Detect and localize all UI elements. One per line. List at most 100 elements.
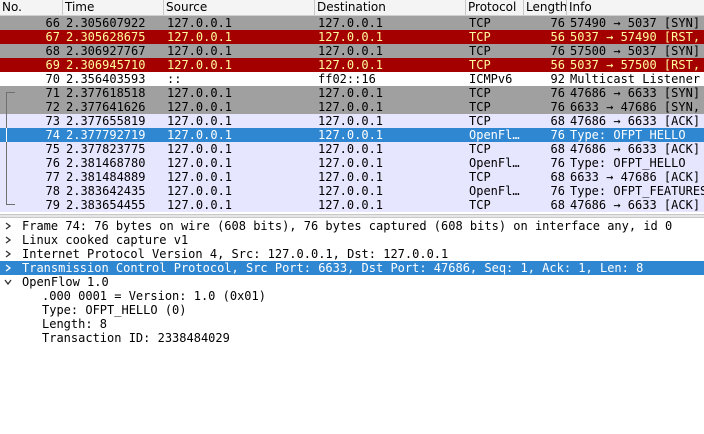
openflow-field-item[interactable]: Type: OFPT_HELLO (0) [0, 303, 704, 317]
packet-row[interactable]: 71 2.377618518 127.0.0.1 127.0.0.1 TCP 76 4768… [0, 86, 704, 101]
openflow-field-label: .000 0001 = Version: 1.0 (0x01) [42, 289, 266, 303]
packet-destination: 127.0.0.1 [318, 170, 384, 184]
packet-destination: 127.0.0.1 [318, 44, 384, 58]
packet-protocol: TCP [469, 114, 491, 128]
packet-destination: 127.0.0.1 [318, 16, 384, 30]
packet-row[interactable]: 74 2.377792719 127.0.0.1 127.0.0.1 OpenFl… 76… [0, 128, 704, 142]
packet-protocol: TCP [469, 16, 491, 30]
packet-no: 79 [45, 198, 60, 212]
detail-tree-label: Linux cooked capture v1 [22, 233, 189, 247]
packet-row[interactable]: 66 2.305607922 127.0.0.1 127.0.0.1 TCP 76 5749… [0, 16, 704, 30]
packet-time: 2.377641626 [66, 100, 146, 114]
packet-time: 2.305628675 [66, 30, 146, 44]
openflow-field-item[interactable]: Transaction ID: 2338484029 [0, 331, 704, 345]
packet-protocol: OpenFl… [469, 184, 520, 198]
packet-row[interactable]: 73 2.377655819 127.0.0.1 127.0.0.1 TCP 68 4768… [0, 114, 704, 128]
detail-tree-item[interactable]: Linux cooked capture v1 [0, 233, 704, 247]
packet-source: 127.0.0.1 [167, 198, 233, 212]
packet-protocol: TCP [469, 86, 491, 100]
packet-info: 6633 → 47686 [ACK] [570, 170, 701, 184]
packet-destination: 127.0.0.1 [318, 100, 384, 114]
packet-length: 76 [550, 100, 565, 114]
packet-protocol: TCP [469, 30, 491, 44]
pane-splitter[interactable] [0, 214, 704, 218]
packet-source: 127.0.0.1 [167, 44, 233, 58]
packet-no: 71 [45, 86, 60, 100]
packet-destination: 127.0.0.1 [318, 142, 384, 156]
packet-row[interactable]: 75 2.377823775 127.0.0.1 127.0.0.1 TCP 68 4768… [0, 142, 704, 156]
packet-destination: 127.0.0.1 [318, 184, 384, 198]
packet-source: 127.0.0.1 [167, 184, 233, 198]
detail-tree-item[interactable]: OpenFlow 1.0 [0, 275, 704, 289]
packet-no: 76 [45, 156, 60, 170]
packet-row[interactable]: 70 2.356403593:: ff02::16 ICMPv6 92 Multicast… [0, 72, 704, 86]
packet-destination: 127.0.0.1 [318, 156, 384, 170]
packet-source: 127.0.0.1 [167, 16, 233, 30]
packet-no: 78 [45, 184, 60, 198]
packet-destination: 127.0.0.1 [318, 86, 384, 100]
packet-info: Multicast Listener [570, 72, 701, 86]
packet-no: 68 [45, 44, 60, 58]
packet-source: 127.0.0.1 [167, 170, 233, 184]
detail-tree-label: Frame 74: 76 bytes on wire (608 bits), 7… [22, 219, 673, 233]
packet-time: 2.381468780 [66, 156, 146, 170]
detail-tree-label: Transmission Control Protocol, Src Port:… [22, 261, 644, 275]
column-header-time[interactable]: Time [63, 0, 164, 15]
packet-list: 66 2.305607922 127.0.0.1 127.0.0.1 TCP 76 5749… [0, 16, 704, 214]
packet-length: 56 [550, 58, 565, 72]
packet-protocol: TCP [469, 142, 491, 156]
packet-info: 47686 → 6633 [ACK] [570, 142, 701, 156]
packet-time: 2.305607922 [66, 16, 146, 30]
packet-time: 2.381484889 [66, 170, 146, 184]
packet-info: 6633 → 47686 [SYN, [570, 100, 701, 114]
packet-length: 76 [550, 86, 565, 100]
openflow-field-item[interactable]: .000 0001 = Version: 1.0 (0x01) [0, 289, 704, 303]
packet-source: 127.0.0.1 [167, 128, 233, 142]
packet-time: 2.306927767 [66, 44, 146, 58]
packet-source: 127.0.0.1 [167, 100, 233, 114]
detail-tree-item[interactable]: Internet Protocol Version 4, Src: 127.0.… [0, 247, 704, 261]
packet-length: 76 [550, 128, 565, 142]
packet-row[interactable]: 72 2.377641626 127.0.0.1 127.0.0.1 TCP 76 6633… [0, 100, 704, 114]
packet-info: Type: OFPT_HELLO [570, 156, 686, 170]
packet-no: 69 [45, 58, 60, 72]
packet-no: 77 [45, 170, 60, 184]
column-header-length[interactable]: Length [524, 0, 567, 15]
packet-length: 76 [550, 44, 565, 58]
packet-info: 5037 → 57500 [RST, [570, 58, 701, 72]
openflow-field-item[interactable]: Length: 8 [0, 317, 704, 331]
column-header-no[interactable]: No. [0, 0, 63, 15]
packet-row[interactable]: 79 2.383654455 127.0.0.1 127.0.0.1 TCP 68 4768… [0, 198, 704, 212]
packet-row[interactable]: 68 2.306927767 127.0.0.1 127.0.0.1 TCP 76 5750… [0, 44, 704, 58]
column-header-destination[interactable]: Destination [315, 0, 466, 15]
packet-source: 127.0.0.1 [167, 114, 233, 128]
packet-length: 76 [550, 16, 565, 30]
packet-row[interactable]: 76 2.381468780 127.0.0.1 127.0.0.1 OpenFl… 76… [0, 156, 704, 170]
packet-destination: 127.0.0.1 [318, 114, 384, 128]
packet-protocol: ICMPv6 [469, 72, 513, 86]
detail-tree-label: OpenFlow 1.0 [22, 275, 109, 289]
detail-tree-label: Internet Protocol Version 4, Src: 127.0.… [22, 247, 449, 261]
packet-protocol: TCP [469, 170, 491, 184]
detail-tree-item[interactable]: Transmission Control Protocol, Src Port:… [0, 261, 704, 275]
packet-row[interactable]: 69 2.306945710 127.0.0.1 127.0.0.1 TCP 56 5037… [0, 58, 704, 72]
column-header-source[interactable]: Source [164, 0, 315, 15]
packet-row[interactable]: 78 2.383642435 127.0.0.1 127.0.0.1 OpenFl… 76… [0, 184, 704, 198]
packet-source: 127.0.0.1 [167, 142, 233, 156]
packet-details-tree: Frame 74: 76 bytes on wire (608 bits), 7… [0, 219, 704, 434]
packet-info: 57490 → 5037 [SYN] [570, 16, 701, 30]
column-header-protocol[interactable]: Protocol [466, 0, 524, 15]
packet-time: 2.377792719 [66, 128, 146, 142]
packet-source: 127.0.0.1 [167, 86, 233, 100]
packet-length: 92 [550, 72, 565, 86]
column-header-info[interactable]: Info [567, 0, 704, 15]
packet-length: 68 [550, 170, 565, 184]
packet-info: Type: OFPT_HELLO [570, 128, 686, 142]
packet-source: 127.0.0.1 [167, 156, 233, 170]
packet-info: 47686 → 6633 [ACK] [570, 198, 701, 212]
detail-tree-item[interactable]: Frame 74: 76 bytes on wire (608 bits), 7… [0, 219, 704, 233]
packet-row[interactable]: 77 2.381484889 127.0.0.1 127.0.0.1 TCP 68 6633… [0, 170, 704, 184]
packet-info: 47686 → 6633 [SYN] [570, 86, 701, 100]
packet-time: 2.377823775 [66, 142, 146, 156]
packet-row[interactable]: 67 2.305628675 127.0.0.1 127.0.0.1 TCP 56 5037… [0, 30, 704, 44]
